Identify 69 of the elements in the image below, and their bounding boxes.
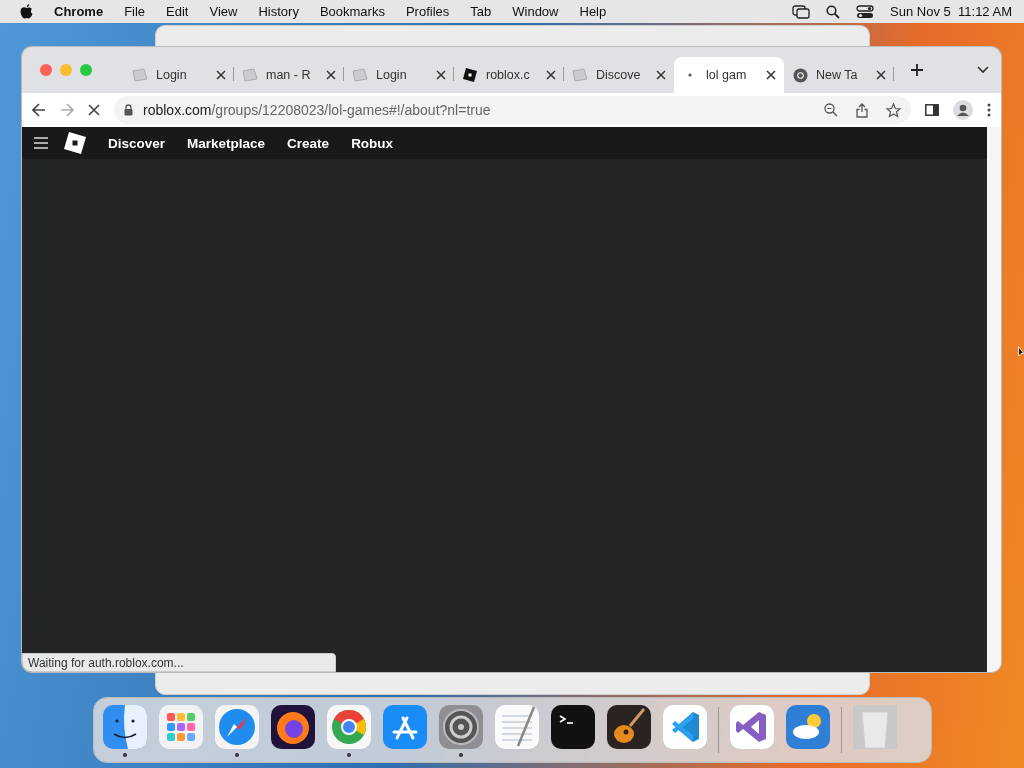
browser-tab[interactable]: roblox.c (454, 57, 564, 93)
search-icon[interactable] (826, 4, 841, 19)
menu-item[interactable]: Window (512, 4, 559, 19)
app-menu[interactable]: Chrome (54, 4, 104, 19)
side-panel-icon[interactable] (925, 104, 939, 116)
menu-icon[interactable] (34, 137, 48, 149)
clock[interactable]: Sun Nov 5 11:12 AM (890, 4, 1012, 19)
compass-icon[interactable] (214, 703, 260, 750)
page-icon (352, 68, 368, 82)
apple-logo-icon[interactable] (20, 4, 33, 19)
new-tab-icon[interactable] (910, 63, 924, 77)
visual-studio-icon[interactable] (729, 703, 775, 750)
browser-tab[interactable]: Discove (564, 57, 674, 93)
code-editor-icon[interactable] (662, 703, 708, 750)
star-icon[interactable] (886, 102, 901, 118)
roblox-logo-icon (463, 68, 477, 82)
nav-link[interactable]: Robux (351, 135, 394, 151)
chrome-icon[interactable] (326, 703, 372, 750)
menu-item[interactable]: File (124, 4, 146, 19)
menu-item[interactable]: Bookmarks (319, 4, 385, 19)
share-icon[interactable] (856, 102, 868, 118)
chrome-icon (792, 67, 808, 83)
windows-icon[interactable] (792, 4, 811, 19)
menu-item[interactable]: Profiles (405, 4, 450, 19)
nav-link[interactable]: Create (287, 135, 330, 151)
app-store-icon[interactable] (382, 703, 428, 750)
status-bubble: Waiting for auth.roblox.com... (22, 653, 336, 672)
stop-icon[interactable] (88, 104, 100, 116)
close-icon[interactable] (876, 70, 886, 80)
zoom-out-icon[interactable] (824, 103, 838, 117)
back-icon[interactable] (32, 103, 46, 117)
weather-cloud-icon[interactable] (785, 703, 831, 750)
guitar-icon[interactable] (606, 703, 652, 750)
roblox-logo-icon[interactable] (64, 132, 86, 154)
profile-avatar-icon[interactable] (953, 100, 973, 120)
menu-item[interactable]: Help (579, 4, 607, 19)
nav-link[interactable]: Marketplace (187, 135, 266, 151)
terminal-icon[interactable] (550, 703, 596, 750)
close-icon[interactable] (766, 70, 776, 80)
close-icon[interactable] (436, 70, 446, 80)
close-icon[interactable] (326, 70, 336, 80)
browser-tab[interactable]: Login (344, 57, 454, 93)
page-icon (132, 68, 148, 82)
close-icon[interactable] (546, 70, 556, 80)
firefox-icon[interactable] (270, 703, 316, 750)
finder-icon[interactable] (102, 703, 148, 750)
browser-tab[interactable]: New Ta (784, 57, 894, 93)
menu-item[interactable]: Edit (166, 4, 189, 19)
menu-item[interactable]: Tab (470, 4, 492, 19)
browser-tab[interactable]: man - R (234, 57, 344, 93)
notepad-pen-icon[interactable] (494, 703, 540, 750)
page-icon (242, 68, 258, 82)
cursor-icon (1018, 346, 1024, 358)
lock-icon (124, 104, 133, 116)
browser-tab[interactable]: lol gam (674, 57, 784, 93)
chevron-down-icon[interactable] (977, 66, 989, 74)
close-icon[interactable] (656, 70, 666, 80)
page-icon (572, 68, 588, 82)
menu-item[interactable]: View (209, 4, 238, 19)
address-bar[interactable]: roblox.com/groups/12208023/lol-games#!/about?nl=true (114, 96, 911, 124)
browser-tab[interactable]: Login (124, 57, 234, 93)
control-center-icon[interactable] (856, 4, 875, 19)
loading-icon (687, 72, 693, 78)
nav-link[interactable]: Discover (108, 135, 166, 151)
close-icon[interactable] (216, 70, 226, 80)
menu-item[interactable]: History (258, 4, 299, 19)
launchpad-icon[interactable] (158, 703, 204, 750)
more-menu-icon[interactable] (987, 103, 991, 117)
gear-icon[interactable] (438, 703, 484, 750)
